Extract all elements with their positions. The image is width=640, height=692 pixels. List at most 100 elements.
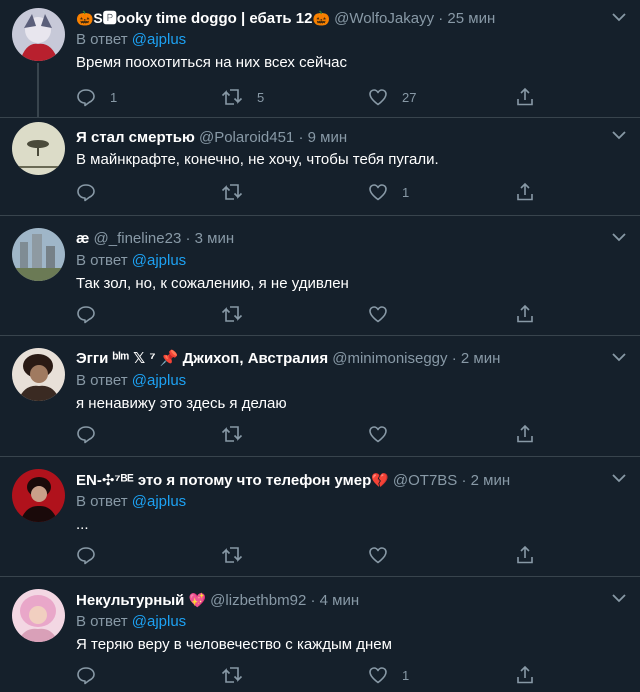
tweet-text: В майнкрафте, конечно, не хочу, чтобы те…: [76, 151, 439, 168]
user-handle[interactable]: @OT7BS: [393, 472, 457, 489]
reply-button[interactable]: [76, 664, 110, 686]
reply-button[interactable]: [76, 181, 110, 203]
chevron-down-icon[interactable]: [612, 473, 626, 483]
separator: ·: [451, 350, 457, 367]
tweet-actions: [76, 303, 546, 325]
reply-mention-link[interactable]: @ajplus: [132, 31, 186, 48]
avatar[interactable]: [12, 228, 65, 281]
share-button[interactable]: [515, 303, 535, 325]
like-button[interactable]: [368, 423, 402, 445]
chevron-down-icon[interactable]: [612, 12, 626, 22]
user-handle[interactable]: @Polaroid451: [199, 129, 294, 146]
share-icon: [517, 304, 533, 323]
retweet-icon: [221, 184, 243, 200]
avatar[interactable]: [12, 122, 65, 175]
chevron-down-icon[interactable]: [612, 352, 626, 362]
timestamp[interactable]: 4 мин: [320, 592, 360, 609]
tweet-content: Некультурный 💖 @lizbethbm92 · 4 мин В от…: [76, 590, 610, 656]
tweet-header: Я стал смертью @Polaroid451 · 9 мин: [76, 128, 610, 148]
like-icon: [369, 184, 387, 201]
tweet-header: 🎃S🅿ooky time doggo | ебать 12🎃 @WolfoJak…: [76, 8, 610, 28]
display-name[interactable]: 🎃S🅿ooky time doggo | ебать 12🎃: [76, 10, 330, 27]
retweet-button[interactable]: [221, 181, 257, 203]
user-handle[interactable]: @WolfoJakayy: [334, 10, 434, 27]
display-name[interactable]: æ: [76, 230, 89, 247]
reply-prefix: В ответ: [76, 252, 128, 269]
like-count: 1: [402, 667, 410, 683]
like-button[interactable]: 27: [368, 86, 416, 108]
user-handle[interactable]: @lizbethbm92: [210, 592, 306, 609]
reply-mention-link[interactable]: @ajplus: [132, 493, 186, 510]
like-button[interactable]: 1: [368, 664, 409, 686]
display-name[interactable]: Я стал смертью: [76, 129, 195, 146]
tweet[interactable]: Некультурный 💖 @lizbethbm92 · 4 мин В от…: [0, 577, 640, 692]
reply-button[interactable]: [76, 544, 110, 566]
tweet[interactable]: æ @_fineline23 · 3 мин В ответ @ajplus Т…: [0, 216, 640, 336]
tweet[interactable]: EN-✣⁷ᴮᴱ это я потому что телефон умер💔 @…: [0, 457, 640, 577]
timestamp[interactable]: 25 мин: [447, 10, 495, 27]
user-handle[interactable]: @minimoniseggy: [332, 350, 447, 367]
reply-context: В ответ @ajplus: [76, 250, 610, 272]
retweet-button[interactable]: [221, 423, 257, 445]
reply-mention-link[interactable]: @ajplus: [132, 252, 186, 269]
reply-button[interactable]: 1: [76, 86, 117, 108]
display-name-text: Некультурный: [76, 592, 185, 609]
reply-button[interactable]: [76, 423, 110, 445]
retweet-button[interactable]: [221, 544, 257, 566]
reply-prefix: В ответ: [76, 613, 128, 630]
timestamp[interactable]: 9 мин: [308, 129, 348, 146]
timestamp[interactable]: 2 мин: [461, 350, 501, 367]
avatar[interactable]: [12, 589, 65, 642]
separator: ·: [461, 472, 467, 489]
share-button[interactable]: [515, 664, 535, 686]
avatar[interactable]: [12, 8, 65, 61]
reply-icon: [77, 306, 95, 324]
share-button[interactable]: [515, 544, 535, 566]
tweet[interactable]: 🎃S🅿ooky time doggo | ебать 12🎃 @WolfoJak…: [0, 0, 640, 118]
like-count: 27: [402, 89, 417, 105]
tweet-content: Эгги ᵇˡᵐ 𝕏 ⁷ 📌 Джихоп, Австралия @minimo…: [76, 349, 610, 415]
user-handle[interactable]: @_fineline23: [94, 230, 182, 247]
tweet[interactable]: Эгги ᵇˡᵐ 𝕏 ⁷ 📌 Джихоп, Австралия @minimo…: [0, 336, 640, 457]
display-name[interactable]: EN-✣⁷ᴮᴱ это я потому что телефон умер💔: [76, 472, 389, 489]
timeline-feed: 🎃S🅿ooky time doggo | ебать 12🎃 @WolfoJak…: [0, 0, 640, 692]
separator: ·: [298, 129, 304, 146]
tweet-text: Время поохотиться на них всех сейчас: [76, 54, 347, 71]
share-icon: [517, 182, 533, 201]
thread-line: [37, 63, 39, 118]
tweet[interactable]: Я стал смертью @Polaroid451 · 9 мин В ма…: [0, 118, 640, 216]
reply-mention-link[interactable]: @ajplus: [132, 613, 186, 630]
retweet-button[interactable]: [221, 664, 257, 686]
like-icon: [369, 547, 387, 564]
reply-context: В ответ @ajplus: [76, 370, 610, 392]
like-icon: [369, 667, 387, 684]
share-button[interactable]: [515, 423, 535, 445]
retweet-button[interactable]: [221, 303, 257, 325]
separator: ·: [185, 230, 191, 247]
display-name[interactable]: Эгги ᵇˡᵐ 𝕏 ⁷ 📌 Джихоп, Австралия: [76, 350, 328, 367]
retweet-icon: [221, 426, 243, 442]
chevron-down-icon[interactable]: [612, 593, 626, 603]
retweet-button[interactable]: 5: [221, 86, 264, 108]
chevron-down-icon[interactable]: [612, 130, 626, 140]
timestamp[interactable]: 3 мин: [195, 230, 235, 247]
name-suffix-emoji: 💖: [188, 592, 206, 608]
reply-mention-link[interactable]: @ajplus: [132, 372, 186, 389]
reply-context: В ответ @ajplus: [76, 491, 610, 513]
avatar[interactable]: [12, 348, 65, 401]
share-button[interactable]: [515, 86, 535, 108]
like-button[interactable]: [368, 544, 402, 566]
like-button[interactable]: 1: [368, 181, 409, 203]
like-button[interactable]: [368, 303, 402, 325]
timestamp[interactable]: 2 мин: [471, 472, 511, 489]
chevron-down-icon[interactable]: [612, 232, 626, 242]
avatar[interactable]: [12, 469, 65, 522]
share-button[interactable]: [515, 181, 535, 203]
like-icon: [369, 426, 387, 443]
reply-count: 1: [110, 89, 118, 105]
reply-prefix: В ответ: [76, 31, 128, 48]
tweet-content: æ @_fineline23 · 3 мин В ответ @ajplus Т…: [76, 229, 610, 295]
display-name[interactable]: Некультурный 💖: [76, 592, 206, 609]
tweet-content: Я стал смертью @Polaroid451 · 9 мин В ма…: [76, 126, 610, 171]
reply-button[interactable]: [76, 303, 110, 325]
